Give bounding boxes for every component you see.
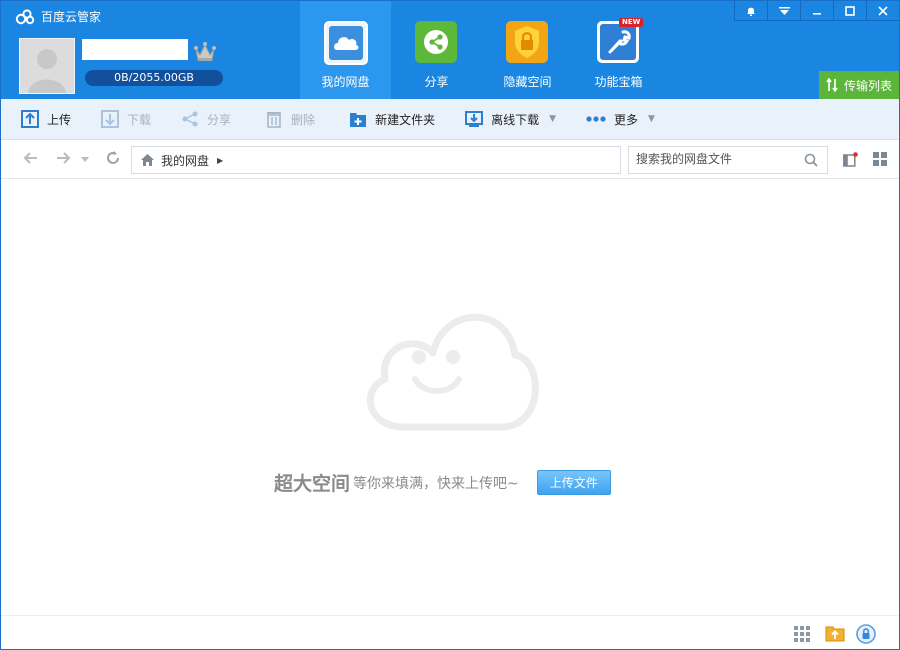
app-title: 百度云管家: [41, 10, 102, 24]
more-icon: [586, 116, 606, 122]
storage-quota: 0B/2055.00GB: [85, 70, 223, 86]
transfer-list-button[interactable]: 传输列表: [819, 71, 899, 99]
trash-icon: [267, 112, 282, 128]
grid-view-icon[interactable]: [873, 152, 887, 166]
file-list-area: 超大空间 等你来填满，快来上传吧~ 上传文件: [1, 179, 899, 615]
status-bar: [1, 615, 899, 649]
empty-subline: 等你来填满，快来上传吧~: [353, 475, 519, 492]
chevron-right-icon[interactable]: ▶: [217, 156, 223, 165]
upload-button[interactable]: 上传: [1, 99, 83, 139]
wrench-icon: [597, 21, 639, 63]
lock-shield-icon[interactable]: [856, 624, 876, 644]
upload-label: 上传: [47, 112, 72, 127]
upload-icon: [21, 110, 39, 128]
share-icon: [182, 111, 198, 127]
app-window: 百度云管家 0B/2055.00GB 我的网盘 分享 隐藏空间 NEW 功能宝箱…: [0, 0, 900, 650]
refresh-icon[interactable]: [105, 150, 121, 166]
chevron-down-icon: ▼: [648, 114, 655, 124]
minimize-icon[interactable]: [800, 1, 833, 21]
username-field: [82, 39, 188, 60]
breadcrumb-item[interactable]: 我的网盘: [161, 152, 209, 169]
download-button[interactable]: 下载: [89, 99, 163, 139]
cloud-drive-icon: [324, 21, 368, 65]
tab-toolbox[interactable]: NEW 功能宝箱: [573, 1, 664, 99]
search-icon[interactable]: [804, 153, 818, 167]
offline-download-button[interactable]: 离线下载 ▼: [453, 99, 568, 139]
upload-file-button[interactable]: 上传文件: [536, 470, 611, 495]
new-folder-icon: [350, 113, 367, 127]
home-icon[interactable]: [140, 153, 155, 167]
chevron-down-icon: ▼: [549, 114, 557, 124]
preview-pane-icon[interactable]: [843, 152, 858, 167]
apps-grid-icon[interactable]: [794, 626, 811, 643]
transfer-icon: [826, 78, 838, 92]
tab-label: 功能宝箱: [594, 75, 643, 89]
download-label: 下载: [127, 112, 152, 127]
menu-icon[interactable]: [767, 1, 800, 21]
download-icon: [101, 110, 120, 128]
more-button[interactable]: 更多 ▼: [574, 99, 667, 139]
window-controls: [734, 1, 899, 21]
history-dropdown-icon[interactable]: [81, 157, 89, 162]
share-button[interactable]: 分享: [169, 99, 243, 139]
transfer-label: 传输列表: [843, 78, 892, 93]
tab-my-drive[interactable]: 我的网盘: [300, 1, 391, 99]
empty-state-message: 超大空间 等你来填满，快来上传吧~ 上传文件: [274, 469, 611, 496]
share-label: 分享: [207, 112, 232, 127]
back-arrow-icon[interactable]: [23, 150, 39, 166]
tab-label: 隐藏空间: [503, 75, 552, 89]
new-badge: NEW: [619, 18, 644, 27]
tab-hidden-space[interactable]: 隐藏空间: [482, 1, 573, 99]
tab-share[interactable]: 分享: [391, 1, 482, 99]
maximize-icon[interactable]: [833, 1, 866, 21]
search-box: [628, 146, 828, 174]
main-nav: 我的网盘 分享 隐藏空间 NEW 功能宝箱: [300, 1, 664, 99]
new-folder-button[interactable]: 新建文件夹: [337, 99, 447, 139]
upload-folder-icon[interactable]: [825, 624, 845, 642]
offline-download-label: 离线下载: [491, 112, 540, 127]
new-folder-label: 新建文件夹: [375, 112, 436, 127]
vip-crown-icon[interactable]: [193, 41, 217, 63]
search-input[interactable]: [629, 147, 796, 171]
close-icon[interactable]: [866, 1, 899, 21]
smiling-cloud-icon: [366, 313, 539, 431]
toolbar: 上传 下载 分享 删除 新建文件夹 离线下载 ▼ 更多 ▼: [1, 99, 899, 140]
tab-label: 我的网盘: [321, 75, 370, 89]
lock-icon: [506, 21, 548, 63]
header-bar: 百度云管家 0B/2055.00GB 我的网盘 分享 隐藏空间 NEW 功能宝箱…: [1, 1, 899, 99]
bell-icon[interactable]: [734, 1, 767, 21]
avatar[interactable]: [19, 38, 75, 94]
delete-label: 删除: [291, 112, 316, 127]
breadcrumb[interactable]: 我的网盘 ▶: [131, 146, 621, 174]
tab-label: 分享: [424, 75, 449, 89]
offline-download-icon: [465, 111, 484, 127]
more-label: 更多: [614, 112, 639, 127]
forward-arrow-icon[interactable]: [55, 150, 71, 166]
baidu-cloud-logo-icon: [15, 8, 35, 24]
share-icon: [415, 21, 457, 63]
empty-headline: 超大空间: [274, 473, 351, 495]
app-brand: 百度云管家: [15, 8, 101, 25]
delete-button[interactable]: 删除: [253, 99, 327, 139]
address-bar: 我的网盘 ▶: [1, 140, 899, 179]
